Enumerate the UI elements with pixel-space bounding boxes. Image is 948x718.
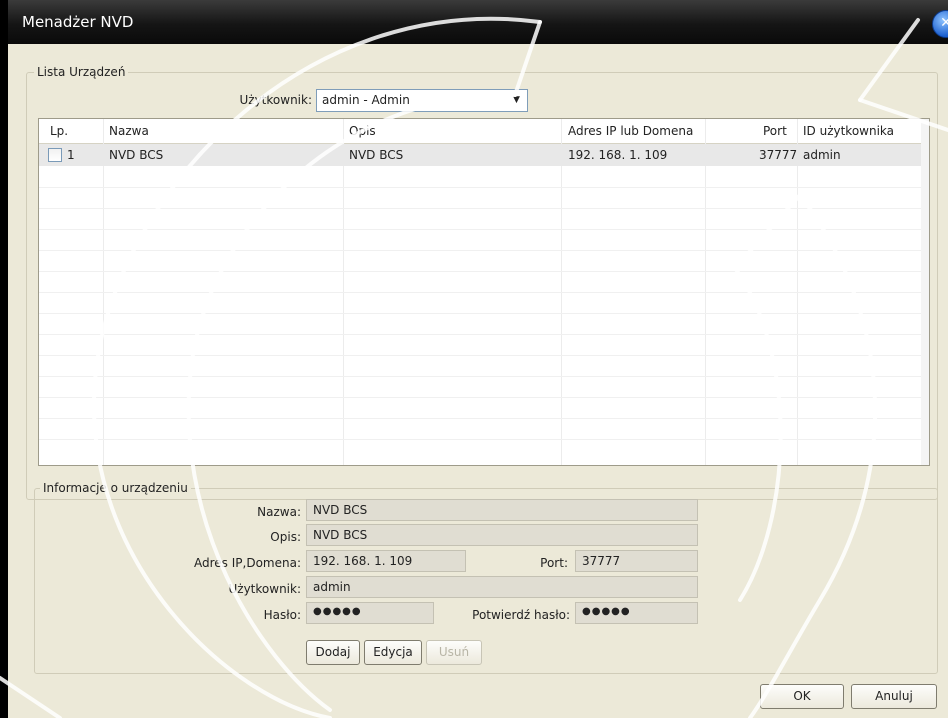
table-scrollbar[interactable] xyxy=(921,119,929,465)
confirm-password-value: ●●●●● xyxy=(582,606,631,617)
user-select-label: Użytkownik: xyxy=(239,93,313,107)
cell-id: admin xyxy=(803,148,841,162)
cell-nazwa: NVD BCS xyxy=(109,148,164,162)
adres-value: 192. 168. 1. 109 xyxy=(313,554,413,568)
opis-label: Opis: xyxy=(270,530,301,544)
nvd-manager-window: Menadżer NVD ✕ Lista Urządzeń Użytkownik… xyxy=(8,0,948,718)
cancel-button[interactable]: Anuluj xyxy=(851,684,937,709)
row-checkbox[interactable] xyxy=(48,148,62,162)
port-field[interactable]: 37777 xyxy=(575,550,698,572)
table-header: Lp. Nazwa Opis Adres IP lub Domena Port … xyxy=(39,119,929,144)
window-title: Menadżer NVD xyxy=(22,13,134,31)
adres-field[interactable]: 192. 168. 1. 109 xyxy=(306,550,466,572)
delete-button[interactable]: Usuń xyxy=(426,640,482,665)
haslo-label: Hasło: xyxy=(263,608,301,622)
user-select-value: admin - Admin xyxy=(322,93,410,107)
edit-button[interactable]: Edycja xyxy=(364,640,422,665)
cell-adres: 192. 168. 1. 109 xyxy=(568,148,668,162)
chevron-down-icon[interactable]: ▼ xyxy=(509,93,524,108)
device-table: Lp. Nazwa Opis Adres IP lub Domena Port … xyxy=(38,118,930,466)
user-value: admin xyxy=(313,580,351,594)
password-value: ●●●●● xyxy=(313,606,362,617)
password-field[interactable]: ●●●●● xyxy=(306,602,434,624)
nazwa-field[interactable]: NVD BCS xyxy=(306,499,698,521)
adres-label: Adres IP,Domena: xyxy=(194,556,301,570)
title-bar: Menadżer NVD ✕ xyxy=(8,0,948,44)
opis-field[interactable]: NVD BCS xyxy=(306,524,698,546)
add-button[interactable]: Dodaj xyxy=(306,640,360,665)
cell-opis: NVD BCS xyxy=(349,148,404,162)
opis-value: NVD BCS xyxy=(313,528,368,542)
confirm-password-field[interactable]: ●●●●● xyxy=(575,602,698,624)
port-label: Port: xyxy=(540,556,568,570)
nazwa-label: Nazwa: xyxy=(257,505,301,519)
cell-lp: 1 xyxy=(67,148,75,162)
user-field[interactable]: admin xyxy=(306,576,698,598)
device-info-group-label: Informacje o urządzeniu xyxy=(40,481,191,495)
close-icon[interactable]: ✕ xyxy=(932,10,948,38)
nazwa-value: NVD BCS xyxy=(313,503,368,517)
cell-port: 37777 xyxy=(759,148,798,162)
device-list-group-label: Lista Urządzeń xyxy=(34,65,129,79)
table-row[interactable]: 1 NVD BCS NVD BCS 192. 168. 1. 109 37777… xyxy=(39,144,921,166)
ok-button[interactable]: OK xyxy=(760,684,844,709)
user-select[interactable]: admin - Admin ▼ xyxy=(316,89,528,112)
confirm-password-label: Potwierdź hasło: xyxy=(472,608,570,622)
user-label: Użytkownik: xyxy=(228,582,302,596)
port-value: 37777 xyxy=(582,554,621,568)
